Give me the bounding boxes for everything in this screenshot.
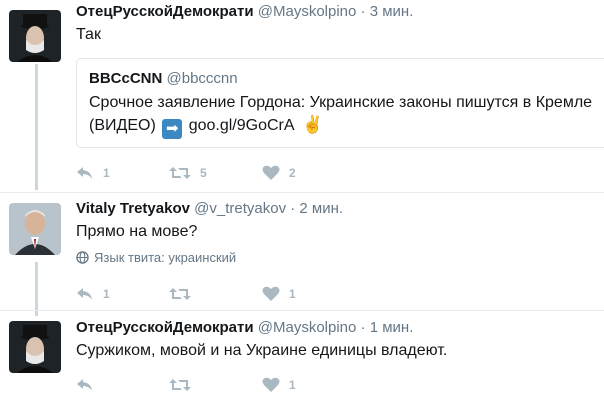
quoted-author-fullname[interactable]: BBCcCNN — [89, 70, 162, 87]
avatar-portrait-icon — [9, 10, 61, 62]
heart-icon — [262, 165, 280, 180]
reply-icon — [77, 167, 92, 179]
avatar[interactable] — [9, 203, 61, 255]
tweet-timestamp[interactable]: 1 мин. — [370, 319, 414, 336]
quoted-tweet[interactable]: BBCcCNN @bbcccnn Срочное заявление Гордо… — [76, 58, 604, 148]
tweet-text: Прямо на мове? — [76, 223, 198, 240]
language-label: Язык твита: украинский — [94, 250, 237, 265]
tweet[interactable]: ОтецРусскойДемократи @Mayskolpino · 3 ми… — [0, 0, 604, 190]
reply-icon — [77, 288, 92, 300]
tweet-timestamp[interactable]: 3 мин. — [370, 3, 414, 20]
reply-button[interactable]: 1 — [76, 166, 169, 180]
reply-button[interactable]: 1 — [76, 287, 169, 301]
like-button[interactable]: 2 — [262, 165, 355, 181]
retweet-button[interactable] — [169, 378, 262, 392]
tweet-timestamp[interactable]: 2 мин. — [299, 200, 343, 217]
author-fullname[interactable]: Vitaly Tretyakov — [76, 200, 190, 217]
tweet-header: ОтецРусскойДемократи @Mayskolpino · 3 ми… — [76, 2, 604, 21]
avatar-portrait-icon — [9, 321, 61, 373]
avatar[interactable] — [9, 10, 61, 62]
like-count: 1 — [289, 287, 296, 301]
heart-icon — [262, 286, 280, 301]
heart-icon — [262, 377, 280, 392]
reply-count: 1 — [103, 287, 110, 301]
retweet-icon — [169, 379, 191, 391]
retweet-icon — [169, 288, 191, 300]
reply-icon — [77, 379, 92, 391]
quoted-tweet-text: Срочное заявление Гордона: Украинские за… — [89, 92, 603, 139]
separator-dot: · — [360, 319, 366, 336]
tweet-actions: 1 1 — [76, 286, 355, 302]
globe-icon — [76, 251, 89, 264]
tweet-header: Vitaly Tretyakov @v_tretyakov · 2 мин. — [76, 199, 604, 218]
separator-dot: · — [360, 3, 366, 20]
tweet-actions: 1 5 2 — [76, 165, 355, 181]
like-button[interactable]: 1 — [262, 286, 355, 302]
author-username[interactable]: @Mayskolpino — [258, 3, 357, 20]
reply-count: 1 — [103, 166, 110, 180]
author-fullname[interactable]: ОтецРусскойДемократи — [76, 3, 254, 20]
quoted-tweet-header: BBCcCNN @bbcccnn — [89, 69, 603, 88]
reply-button[interactable] — [76, 378, 169, 392]
like-button[interactable]: 1 — [262, 377, 355, 393]
author-username[interactable]: @Mayskolpino — [258, 319, 357, 336]
tweet-language[interactable]: Язык твита: украинский — [76, 250, 604, 265]
tweet[interactable]: ОтецРусскойДемократи @Mayskolpino · 1 ми… — [0, 311, 604, 400]
quoted-link[interactable]: goo.gl/9GoCrA — [189, 117, 294, 134]
retweet-count: 5 — [200, 166, 207, 180]
victory-hand-emoji-icon: ✌ — [302, 115, 324, 134]
quoted-author-username[interactable]: @bbcccnn — [167, 70, 238, 87]
tweet-text: Так — [76, 26, 101, 43]
author-fullname[interactable]: ОтецРусскойДемократи — [76, 319, 254, 336]
tweet[interactable]: Vitaly Tretyakov @v_tretyakov · 2 мин. П… — [0, 193, 604, 309]
retweet-button[interactable] — [169, 287, 262, 301]
tweet-header: ОтецРусскойДемократи @Mayskolpino · 1 ми… — [76, 318, 604, 337]
author-username[interactable]: @v_tretyakov — [194, 200, 286, 217]
like-count: 1 — [289, 378, 296, 392]
retweet-icon — [169, 167, 191, 179]
tweet-text: Суржиком, мовой и на Украине единицы вла… — [76, 342, 448, 359]
like-count: 2 — [289, 166, 296, 180]
quoted-text-prefix: (ВИДЕО) — [89, 117, 156, 134]
quoted-text-line1: Срочное заявление Гордона: Украинские за… — [89, 94, 593, 111]
right-arrow-emoji-icon: ➡ — [162, 119, 183, 139]
avatar-portrait-icon — [9, 203, 61, 255]
tweet-actions: 1 — [76, 377, 355, 393]
retweet-button[interactable]: 5 — [169, 166, 262, 180]
avatar[interactable] — [9, 321, 61, 373]
separator-dot: · — [290, 200, 296, 217]
